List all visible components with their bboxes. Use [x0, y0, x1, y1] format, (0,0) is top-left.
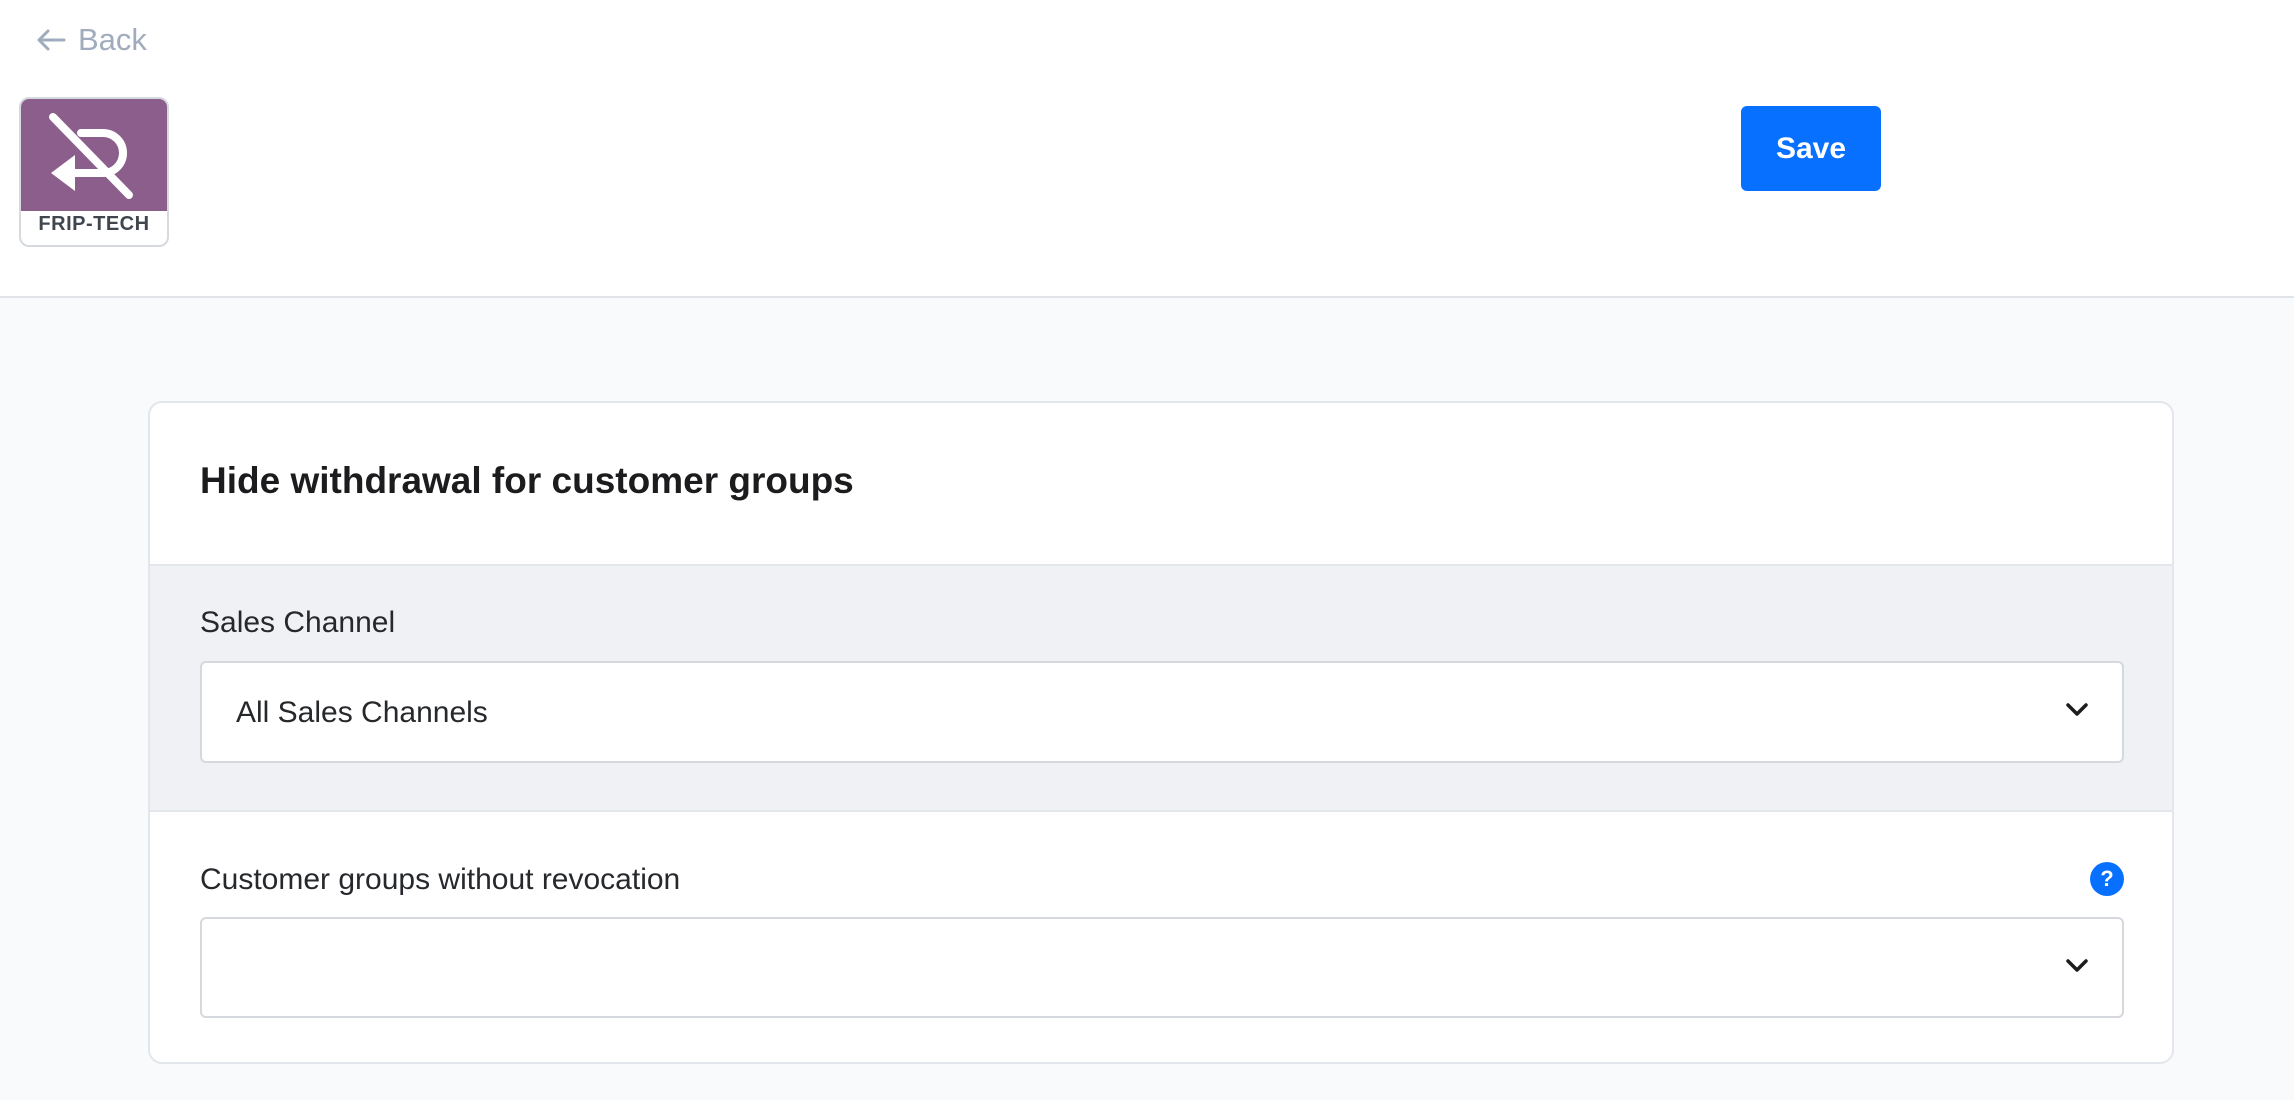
- chevron-down-icon: [2066, 959, 2088, 972]
- chevron-down-icon: [2066, 703, 2088, 716]
- header: Back FRIP-TECH Save: [0, 0, 2294, 298]
- customer-groups-label: Customer groups without revocation: [200, 863, 681, 896]
- logo-text: FRIP-TECH: [38, 213, 150, 235]
- help-icon[interactable]: ?: [2090, 862, 2124, 896]
- arrow-left-icon: [37, 29, 66, 51]
- customer-groups-select[interactable]: [200, 917, 2124, 1018]
- settings-card: Hide withdrawal for customer groups Sale…: [148, 401, 2174, 1064]
- sales-channel-label: Sales Channel: [200, 606, 396, 639]
- back-label: Back: [78, 22, 147, 57]
- card-title: Hide withdrawal for customer groups: [200, 460, 854, 501]
- customer-groups-section: Customer groups without revocation ?: [150, 812, 2172, 1062]
- sales-channel-section: Sales Channel All Sales Channels: [150, 564, 2172, 812]
- sales-channel-value: All Sales Channels: [236, 696, 488, 729]
- logo-graphic: [21, 99, 167, 211]
- back-link[interactable]: Back: [36, 22, 147, 58]
- app-logo: FRIP-TECH: [19, 97, 169, 247]
- sales-channel-select[interactable]: All Sales Channels: [200, 661, 2124, 763]
- no-return-icon: [49, 113, 133, 199]
- save-button[interactable]: Save: [1741, 106, 1881, 191]
